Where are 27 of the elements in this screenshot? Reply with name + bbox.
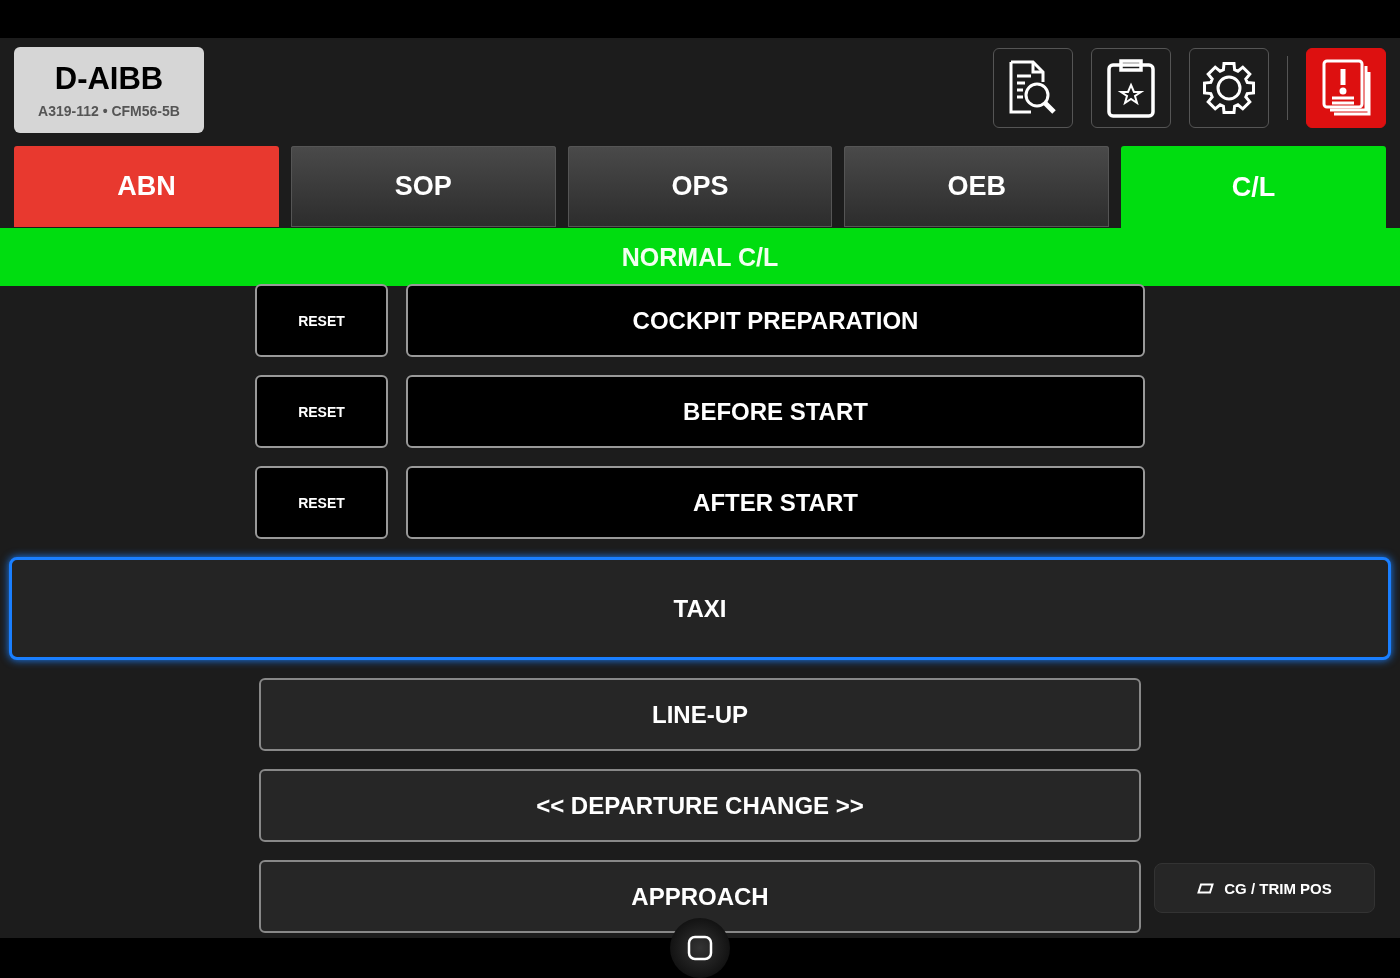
alert-document-button[interactable] xyxy=(1306,48,1386,128)
aircraft-type: A319-112 • CFM56-5B xyxy=(38,103,180,119)
document-search-button[interactable] xyxy=(993,48,1073,128)
tab[interactable]: ABN xyxy=(14,146,279,227)
tab[interactable]: OPS xyxy=(567,146,833,227)
favorites-button[interactable] xyxy=(1091,48,1171,128)
alert-document-icon xyxy=(1320,58,1372,118)
aircraft-registration: D-AIBB xyxy=(54,61,164,97)
checklist-button[interactable]: AFTER START xyxy=(406,466,1145,539)
checklist-button[interactable]: BEFORE START xyxy=(406,375,1145,448)
tab[interactable]: OEB xyxy=(844,146,1110,227)
clipboard-star-icon xyxy=(1106,57,1156,119)
reset-button[interactable]: RESET xyxy=(255,284,388,357)
checklist-button[interactable]: TAXI xyxy=(9,557,1391,660)
checklist-button[interactable]: << DEPARTURE CHANGE >> xyxy=(259,769,1141,842)
section-title-bar: NORMAL C/L xyxy=(0,228,1400,286)
settings-button[interactable] xyxy=(1189,48,1269,128)
checklist-button[interactable]: APPROACH xyxy=(259,860,1141,933)
reset-button[interactable]: RESET xyxy=(255,466,388,539)
checklist-button[interactable]: LINE-UP xyxy=(259,678,1141,751)
reset-button[interactable]: RESET xyxy=(255,375,388,448)
settings-icon xyxy=(1201,60,1257,116)
cg-trim-button[interactable]: CG / TRIM POS xyxy=(1154,863,1375,913)
parallelogram-icon xyxy=(1197,882,1215,894)
tab[interactable]: SOP xyxy=(290,146,556,227)
rounded-square-icon xyxy=(687,935,713,961)
checklist-button[interactable]: COCKPIT PREPARATION xyxy=(406,284,1145,357)
